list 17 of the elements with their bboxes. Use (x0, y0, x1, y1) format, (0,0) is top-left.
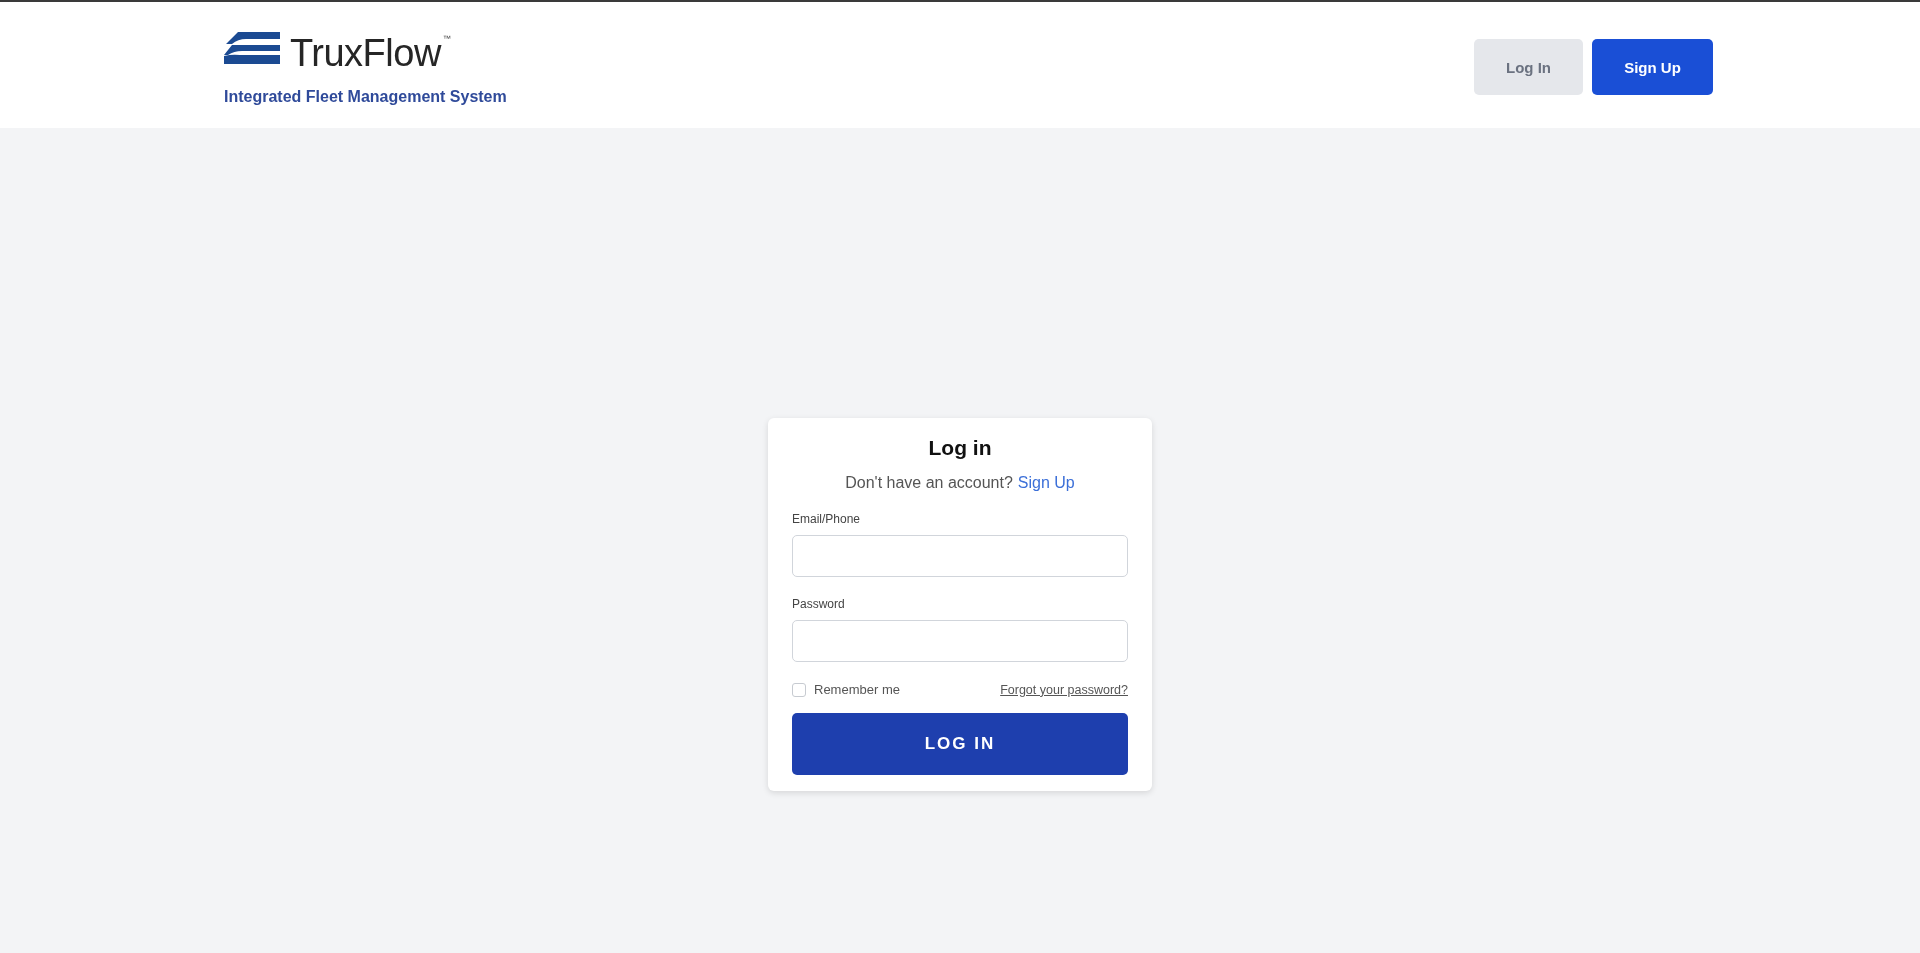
forgot-password-link[interactable]: Forgot your password? (1000, 682, 1128, 697)
signup-prompt: Don't have an account? (845, 474, 1013, 492)
remember-label: Remember me (814, 682, 900, 697)
tagline: Integrated Fleet Management System (224, 88, 507, 106)
remember-checkbox[interactable] (792, 682, 806, 697)
field-label: Email/Phone (792, 512, 861, 526)
signup-button[interactable]: Sign Up (1592, 39, 1713, 95)
field-label: Password (792, 597, 845, 611)
email-field[interactable] (792, 535, 1128, 577)
trademark-mark: ™ (442, 34, 451, 43)
card-title: Log in (927, 436, 993, 460)
logo-icon (224, 32, 280, 64)
login-button[interactable]: Log In (1474, 39, 1583, 95)
login-submit-button[interactable]: LOG IN (792, 713, 1128, 775)
brand-name: TruxFlow (290, 32, 441, 74)
password-field[interactable] (792, 620, 1128, 662)
signup-link[interactable]: Sign Up (1017, 474, 1075, 492)
